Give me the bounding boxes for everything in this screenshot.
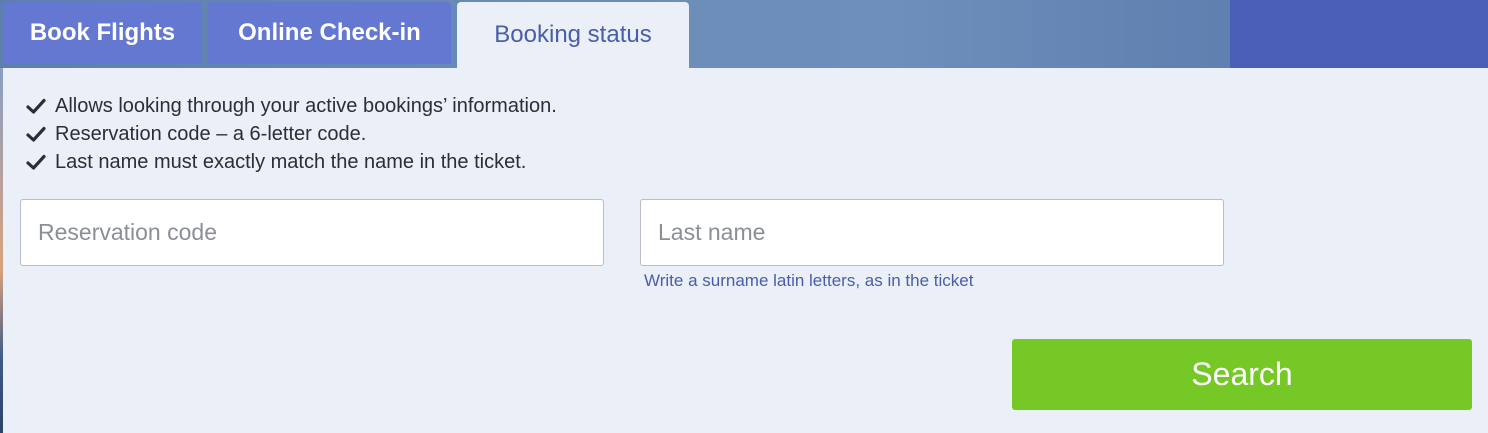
info-item: Reservation code – a 6-letter code. [25, 120, 557, 148]
header-right-block [1230, 0, 1488, 68]
info-item-text: Allows looking through your active booki… [55, 94, 557, 117]
info-item-text: Reservation code – a 6-letter code. [55, 122, 367, 145]
checkmark-icon [26, 98, 46, 114]
checkmark-icon [26, 154, 46, 170]
tab-online-check-in[interactable]: Online Check-in [208, 2, 451, 64]
booking-status-panel: Allows looking through your active booki… [3, 68, 1488, 433]
last-name-input[interactable] [640, 199, 1224, 266]
info-item-text: Last name must exactly match the name in… [55, 150, 527, 173]
search-button[interactable]: Search [1012, 339, 1472, 410]
checkmark-icon [26, 126, 46, 142]
tab-booking-status[interactable]: Booking status [457, 2, 689, 68]
info-item: Last name must exactly match the name in… [25, 148, 557, 176]
reservation-code-input[interactable] [20, 199, 604, 266]
info-item: Allows looking through your active booki… [25, 92, 557, 120]
info-list: Allows looking through your active booki… [25, 92, 557, 176]
last-name-hint: Write a surname latin letters, as in the… [644, 271, 974, 290]
background-left-edge [0, 68, 3, 433]
tab-book-flights[interactable]: Book Flights [3, 2, 202, 64]
